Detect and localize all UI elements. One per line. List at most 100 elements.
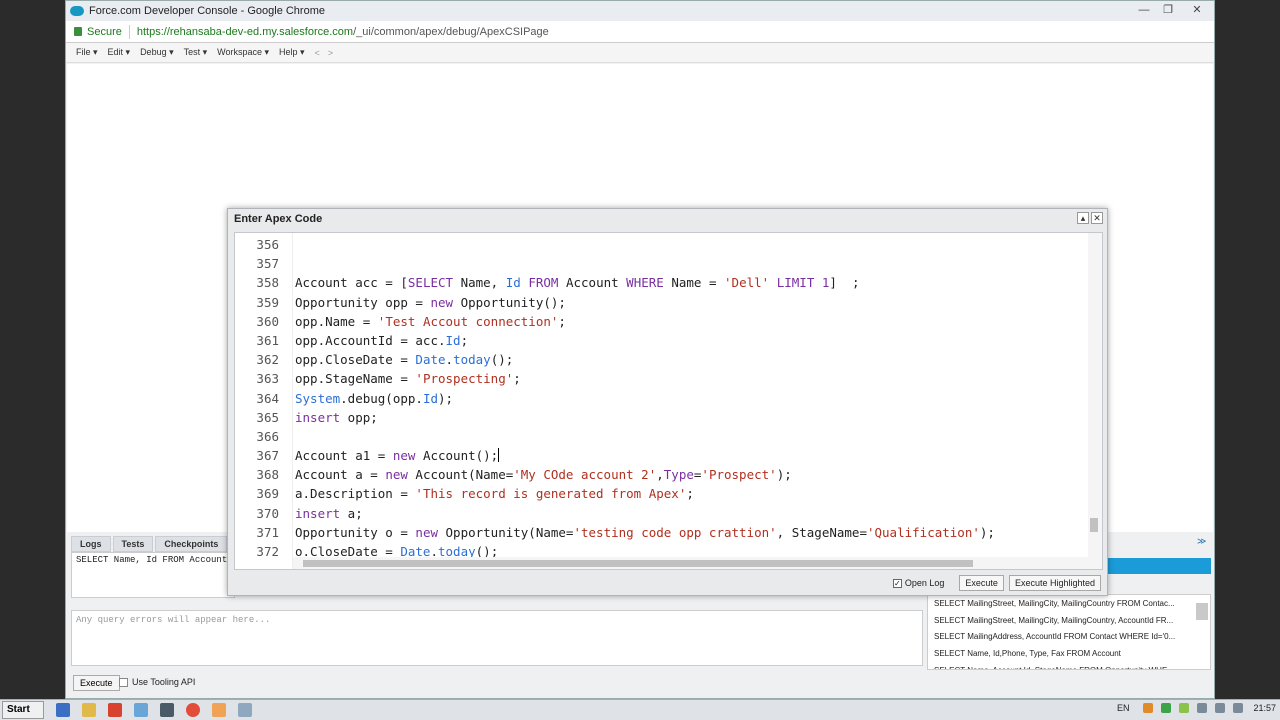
code-line: 359 Opportunity opp = new Opportunity(); — [235, 293, 1102, 312]
dialog-close-icon[interactable]: ✕ — [1091, 212, 1103, 224]
apex-code-editor[interactable]: 356 357 358 Account acc = [SELECT Name, I… — [234, 232, 1103, 570]
dialog-title: Enter Apex Code — [234, 213, 323, 225]
menu-file[interactable]: File ▾ — [76, 47, 98, 58]
editor-horizontal-scrollbar[interactable] — [293, 557, 1090, 569]
history-item[interactable]: SELECT MailingStreet, MailingCity, Maili… — [928, 595, 1210, 612]
collapse-icon[interactable]: ≫ — [1197, 536, 1207, 546]
tray-app-icon[interactable] — [1143, 703, 1154, 713]
tab-checkpoints[interactable]: Checkpoints — [155, 536, 228, 552]
lock-icon — [74, 27, 82, 36]
url-host[interactable]: https://rehansaba-dev-ed.my.salesforce.c… — [137, 26, 353, 38]
maximize-icon[interactable]: ❐ — [1156, 1, 1180, 19]
back-arrow-icon[interactable]: < — [315, 48, 320, 58]
code-text: Opportunity opp = new Opportunity(); — [295, 294, 566, 310]
app-icon[interactable] — [212, 703, 226, 717]
tooling-checkbox[interactable] — [119, 677, 128, 687]
code-line: 368 Account a = new Account(Name='My COde… — [235, 465, 1102, 484]
line-number: 368 — [256, 467, 279, 483]
line-number: 360 — [256, 313, 279, 329]
tray-network-icon[interactable] — [1197, 703, 1208, 713]
history-item[interactable]: SELECT Name, Account.Id, StageName FROM … — [928, 662, 1210, 669]
document-icon[interactable] — [134, 703, 148, 717]
open-log-label: Open Log — [904, 578, 945, 588]
dialog-maximize-icon[interactable]: ▴ — [1077, 212, 1089, 224]
close-icon[interactable]: ✕ — [1180, 1, 1214, 19]
code-line: 370 insert a; — [235, 504, 1102, 523]
code-line: 360 opp.Name = 'Test Accout connection'; — [235, 312, 1102, 331]
query-errors-box: Any query errors will appear here... — [71, 610, 923, 666]
open-log-toggle[interactable]: ✓ Open Log — [892, 578, 945, 588]
line-number: 362 — [256, 352, 279, 368]
query-history-list: SELECT MailingStreet, MailingCity, Maili… — [927, 594, 1211, 670]
code-line: 362 opp.CloseDate = Date.today(); — [235, 350, 1102, 369]
media-icon[interactable] — [108, 703, 122, 717]
ie-icon[interactable] — [56, 703, 70, 717]
open-log-checkbox[interactable]: ✓ — [892, 578, 902, 588]
window-title: Force.com Developer Console - Google Chr… — [89, 5, 325, 17]
code-line: 369 a.Description = 'This record is gener… — [235, 484, 1102, 503]
code-line: 367 Account a1 = new Account(); — [235, 446, 1102, 465]
forward-arrow-icon[interactable]: > — [328, 48, 333, 58]
code-lines: 356 357 358 Account acc = [SELECT Name, I… — [235, 235, 1102, 561]
code-text: Account a = new Account(Name='My COde ac… — [295, 467, 792, 483]
minimize-icon[interactable]: — — [1132, 1, 1156, 19]
line-number: 367 — [256, 448, 279, 464]
tab-tests[interactable]: Tests — [112, 536, 154, 552]
start-button[interactable]: Start — [2, 701, 44, 719]
vertical-scroll-thumb[interactable] — [1090, 518, 1098, 532]
code-line: 366 — [235, 427, 1102, 446]
tab-logs[interactable]: Logs — [71, 536, 111, 552]
history-item[interactable]: SELECT MailingAddress, AccountId FROM Co… — [928, 628, 1210, 645]
code-text: opp.AccountId = acc.Id; — [295, 332, 469, 348]
line-number: 361 — [256, 332, 279, 348]
menu-test[interactable]: Test ▾ — [184, 47, 208, 58]
clock[interactable]: 21:57 — [1253, 703, 1276, 713]
line-number: 365 — [256, 409, 279, 425]
language-indicator[interactable]: EN — [1117, 703, 1130, 713]
system-tray: EN 21:57 — [1117, 703, 1276, 713]
code-line: 357 — [235, 254, 1102, 273]
code-line: 371 Opportunity o = new Opportunity(Name=… — [235, 523, 1102, 542]
horizontal-scroll-thumb[interactable] — [303, 560, 973, 567]
tray-volume-icon[interactable] — [1215, 703, 1226, 713]
tray-sync-icon[interactable] — [1161, 703, 1172, 713]
line-number: 370 — [256, 505, 279, 521]
line-number: 371 — [256, 524, 279, 540]
title-bar: Force.com Developer Console - Google Chr… — [66, 1, 1214, 21]
code-line: 363 opp.StageName = 'Prospecting'; — [235, 369, 1102, 388]
execute-highlighted-button[interactable]: Execute Highlighted — [1008, 575, 1101, 591]
code-text: opp.StageName = 'Prospecting'; — [295, 371, 521, 387]
taskbar: Start EN 21:57 — [0, 699, 1280, 720]
tray-status-icon[interactable] — [1179, 703, 1190, 713]
code-text: opp.Name = 'Test Accout connection'; — [295, 313, 566, 329]
menu-help[interactable]: Help ▾ — [279, 47, 305, 58]
code-line: 365 insert opp; — [235, 408, 1102, 427]
window-icon[interactable] — [238, 703, 252, 717]
history-scrollbar[interactable] — [1196, 603, 1208, 620]
menu-debug[interactable]: Debug ▾ — [140, 47, 174, 58]
execute-button[interactable]: Execute — [959, 575, 1004, 591]
line-number: 356 — [256, 237, 279, 252]
chrome-icon[interactable] — [186, 703, 200, 717]
address-bar[interactable]: Secure https://rehansaba-dev-ed.my.sales… — [66, 21, 1214, 43]
history-item[interactable]: SELECT MailingStreet, MailingCity, Maili… — [928, 612, 1210, 629]
code-line: 356 — [235, 235, 1102, 254]
desktop: Force.com Developer Console - Google Chr… — [0, 0, 1280, 720]
window-controls: — ❐ ✕ — [1132, 1, 1214, 19]
code-text: Opportunity o = new Opportunity(Name='te… — [295, 524, 995, 540]
menu-edit[interactable]: Edit ▾ — [108, 47, 131, 58]
query-editor-input[interactable]: SELECT Name, Id FROM Account — [71, 552, 235, 598]
menu-workspace[interactable]: Workspace ▾ — [217, 47, 269, 58]
tray-flag-icon[interactable] — [1233, 703, 1244, 713]
code-line: 358 Account acc = [SELECT Name, Id FROM A… — [235, 273, 1102, 292]
use-tooling-api-toggle[interactable]: Use Tooling API — [119, 677, 195, 687]
code-text: insert opp; — [295, 409, 378, 425]
terminal-icon[interactable] — [160, 703, 174, 717]
editor-vertical-scrollbar[interactable] — [1088, 233, 1102, 569]
history-item[interactable]: SELECT Name, Id,Phone, Type, Fax FROM Ac… — [928, 645, 1210, 662]
url-path[interactable]: /_ui/common/apex/debug/ApexCSIPage — [353, 26, 549, 38]
query-execute-button[interactable]: Execute — [73, 675, 120, 691]
folder-icon[interactable] — [82, 703, 96, 717]
divider — [128, 24, 130, 39]
salesforce-cloud-icon — [70, 6, 84, 16]
